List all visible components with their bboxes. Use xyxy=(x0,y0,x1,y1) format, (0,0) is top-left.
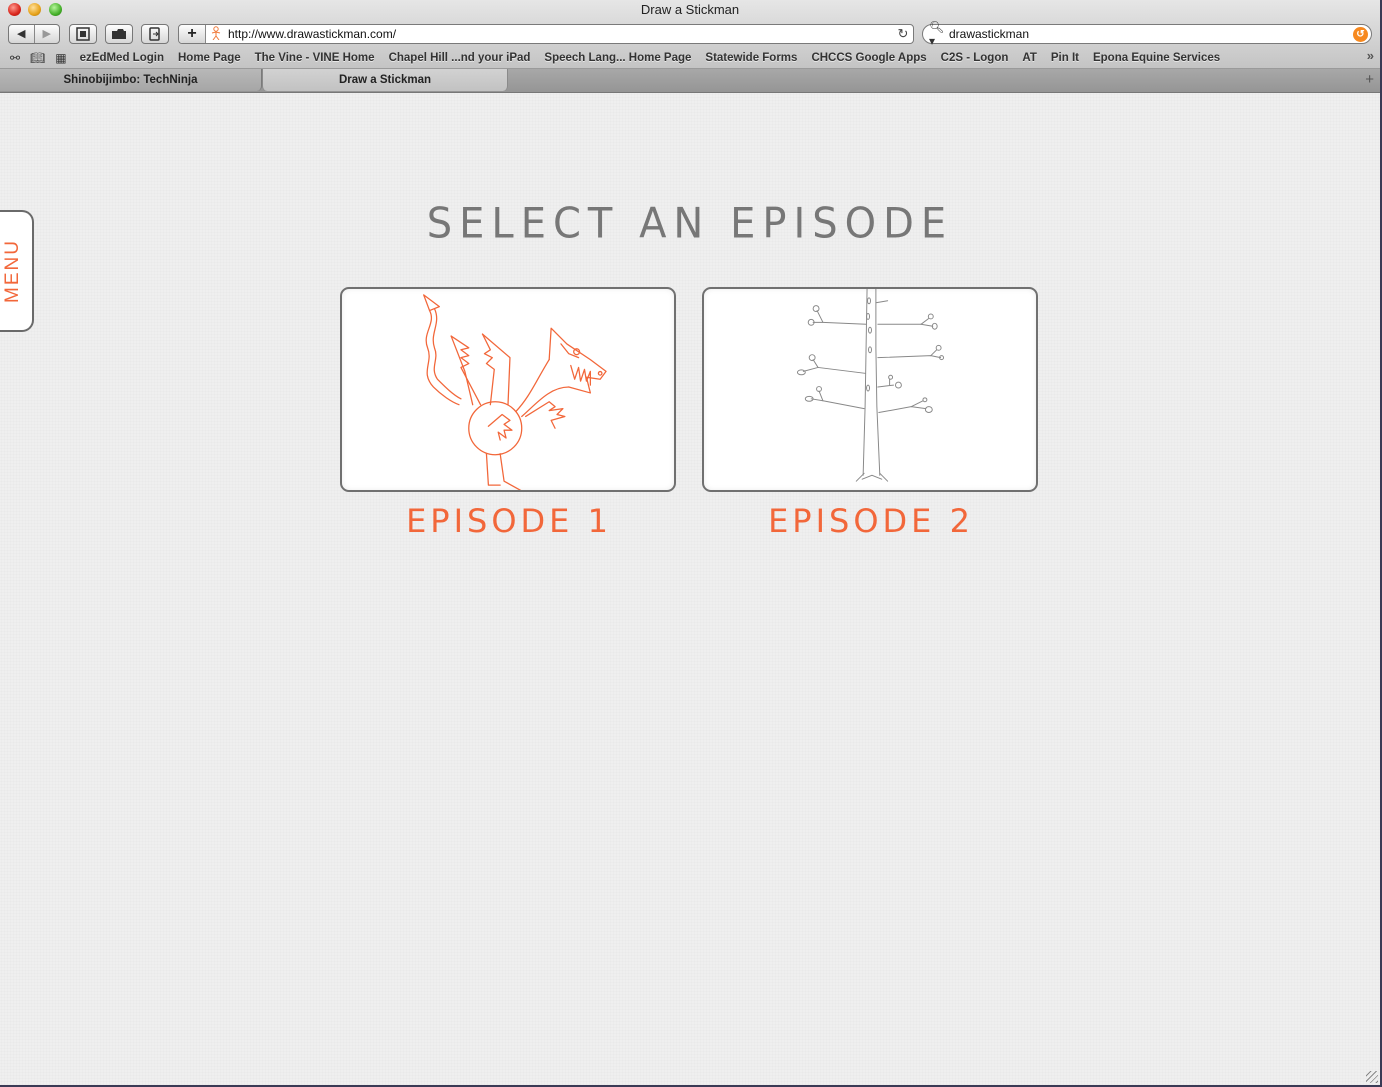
episode-2-label[interactable]: EPISODE 2 xyxy=(702,502,1040,540)
url-text[interactable]: http://www.drawastickman.com/ xyxy=(228,27,893,41)
episode-1-label[interactable]: EPISODE 1 xyxy=(340,502,678,540)
reload-icon[interactable]: ↻ xyxy=(893,26,913,42)
search-field[interactable]: 🔍︎▾ drawastickman ↺ xyxy=(922,20,1372,48)
back-forward-group: ◀ ▶ xyxy=(8,24,60,44)
bookmarks-book-icon[interactable]: 📖︎ xyxy=(30,51,45,65)
bookmark-item[interactable]: C2S - Logon xyxy=(941,52,1009,64)
bookmark-item[interactable]: ezEdMed Login xyxy=(80,52,164,64)
bookmark-item[interactable]: Speech Lang... Home Page xyxy=(544,52,691,64)
bookmark-item[interactable]: AT xyxy=(1022,52,1036,64)
search-icon[interactable]: 🔍︎▾ xyxy=(929,20,949,48)
bookmark-item[interactable]: CHCCS Google Apps xyxy=(811,52,926,64)
address-bar[interactable]: + http://www.drawastickman.com/ ↻ xyxy=(178,24,914,44)
page-title: SELECT AN EPISODE xyxy=(426,199,954,249)
snapback-icon[interactable]: ↺ xyxy=(1353,26,1368,42)
add-bookmark-button[interactable]: + xyxy=(179,25,206,43)
bookmark-item[interactable]: Chapel Hill ...nd your iPad xyxy=(389,52,531,64)
bookmark-item[interactable]: Epona Equine Services xyxy=(1093,52,1220,64)
menu-label: MENU xyxy=(2,239,24,303)
dragon-drawing-icon xyxy=(423,294,607,490)
tab-draw-a-stickman[interactable]: Draw a Stickman xyxy=(262,69,508,91)
browser-window: Draw a Stickman ◀ ▶ + http://www.drawast… xyxy=(0,0,1380,1085)
search-input[interactable]: drawastickman xyxy=(949,27,1353,41)
top-sites-grid-icon[interactable]: ▦ xyxy=(55,51,66,65)
reading-list-icon[interactable]: ⚯ xyxy=(10,51,20,65)
back-button[interactable]: ◀ xyxy=(9,25,35,43)
bookmark-item[interactable]: Home Page xyxy=(178,52,241,64)
stickman-favicon-icon xyxy=(210,25,224,43)
episode-1-thumbnail[interactable] xyxy=(340,287,676,492)
page-content: MENU SELECT AN EPISODE EPISODE 1 EPISODE… xyxy=(0,93,1380,1085)
reader-icon xyxy=(76,27,90,41)
window-resize-grip[interactable] xyxy=(1366,1071,1378,1083)
tab-shinobijimbo[interactable]: Shinobijimbo: TechNinja xyxy=(0,69,262,91)
share-button[interactable] xyxy=(141,24,169,44)
episode-2-card[interactable]: EPISODE 2 xyxy=(702,287,1040,540)
bookmarks-bar: ⚯ 📖︎ ▦ ezEdMed Login Home Page The Vine … xyxy=(0,48,1380,67)
tree-drawing-icon xyxy=(796,289,945,482)
folder-icon xyxy=(112,29,126,39)
bookmark-item[interactable]: Statewide Forms xyxy=(705,52,797,64)
top-sites-button[interactable] xyxy=(105,24,133,44)
new-tab-icon[interactable]: + xyxy=(1365,71,1374,88)
bookmark-item[interactable]: Pin It xyxy=(1051,52,1079,64)
episode-2-thumbnail[interactable] xyxy=(702,287,1038,492)
titlebar: Draw a Stickman ◀ ▶ + http://www.drawast… xyxy=(0,0,1380,69)
share-icon xyxy=(149,27,160,41)
episode-1-card[interactable]: EPISODE 1 xyxy=(340,287,678,540)
forward-button[interactable]: ▶ xyxy=(35,25,60,43)
tab-bar: Shinobijimbo: TechNinja Draw a Stickman … xyxy=(0,69,1380,93)
bookmark-item[interactable]: The Vine - VINE Home xyxy=(255,52,375,64)
window-title: Draw a Stickman xyxy=(640,2,740,17)
bookmarks-overflow-icon[interactable]: » xyxy=(1367,48,1374,63)
reader-button[interactable] xyxy=(69,24,97,44)
